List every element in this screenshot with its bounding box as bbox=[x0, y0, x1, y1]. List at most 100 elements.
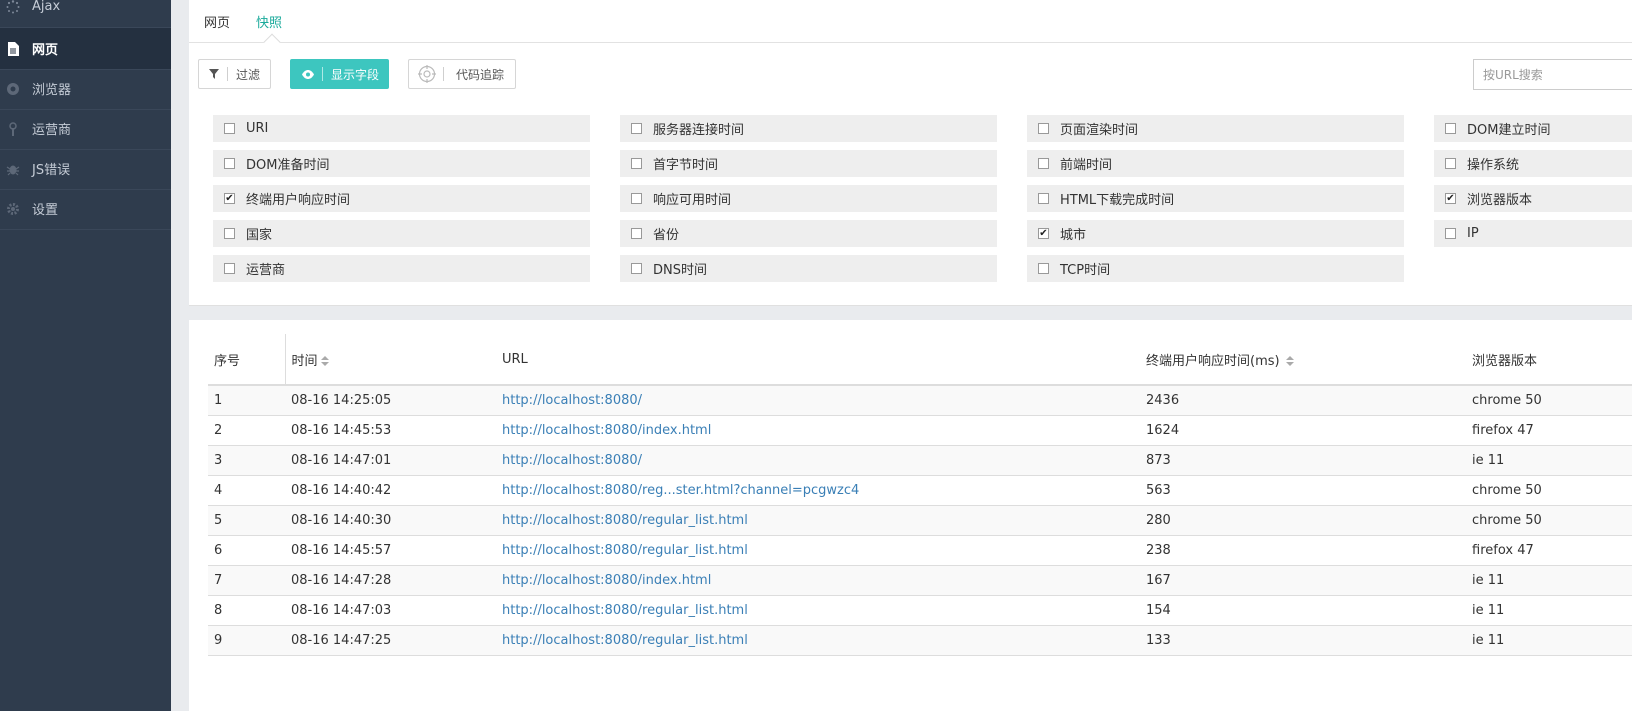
cell-browser: ie 11 bbox=[1466, 595, 1632, 626]
checkbox[interactable] bbox=[1038, 193, 1049, 204]
checkbox[interactable] bbox=[224, 158, 235, 169]
field-option[interactable]: 页面渲染时间 bbox=[1027, 115, 1404, 142]
checkbox[interactable] bbox=[631, 158, 642, 169]
checkbox-checked[interactable]: ✔ bbox=[1445, 193, 1456, 204]
field-option[interactable]: 省份 bbox=[620, 220, 997, 247]
field-option-label: URI bbox=[246, 121, 269, 136]
checkbox[interactable] bbox=[1445, 228, 1456, 239]
checkbox[interactable] bbox=[1038, 158, 1049, 169]
cell-url: http://localhost:8080/regular_list.html bbox=[496, 535, 1140, 566]
sort-icon[interactable] bbox=[320, 356, 329, 366]
field-option[interactable]: DNS时间 bbox=[620, 255, 997, 282]
cell-index: 5 bbox=[208, 505, 285, 536]
checkbox[interactable] bbox=[631, 263, 642, 274]
sidebar-item-carrier[interactable]: 运营商 bbox=[0, 108, 171, 150]
url-link[interactable]: http://localhost:8080/ bbox=[502, 393, 642, 408]
sidebar-item-settings[interactable]: 设置 bbox=[0, 188, 171, 230]
checkbox[interactable] bbox=[1038, 123, 1049, 134]
field-option-label: IP bbox=[1467, 226, 1479, 241]
field-option[interactable]: ✔ 浏览器版本 bbox=[1434, 185, 1632, 212]
url-link[interactable]: http://localhost:8080/regular_list.html bbox=[502, 543, 748, 558]
cell-time: 08-16 14:47:25 bbox=[285, 625, 496, 656]
url-link[interactable]: http://localhost:8080/regular_list.html bbox=[502, 513, 748, 528]
filter-button[interactable]: 过滤 bbox=[198, 59, 271, 89]
cell-time: 08-16 14:47:03 bbox=[285, 595, 496, 626]
checkbox-checked[interactable]: ✔ bbox=[224, 193, 235, 204]
checkbox[interactable] bbox=[631, 123, 642, 134]
show-fields-button[interactable]: 显示字段 bbox=[290, 59, 389, 89]
url-link[interactable]: http://localhost:8080/ bbox=[502, 453, 642, 468]
sort-icon[interactable] bbox=[1285, 356, 1294, 366]
code-trace-button[interactable]: 代码追踪 bbox=[408, 59, 516, 89]
eye-icon bbox=[302, 69, 314, 79]
cell-index: 9 bbox=[208, 625, 285, 656]
field-option[interactable]: ✔ 城市 bbox=[1027, 220, 1404, 247]
field-option[interactable]: ✔ 终端用户响应时间 bbox=[213, 185, 590, 212]
url-search-input[interactable] bbox=[1473, 59, 1632, 90]
field-option[interactable]: 服务器连接时间 bbox=[620, 115, 997, 142]
table-row[interactable]: 4 08-16 14:40:42 http://localhost:8080/reg… bbox=[208, 475, 1632, 506]
checkbox[interactable] bbox=[1038, 263, 1049, 274]
checkbox[interactable] bbox=[1445, 158, 1456, 169]
url-link[interactable]: http://localhost:8080/regular_list.html bbox=[502, 603, 748, 618]
checkbox[interactable] bbox=[1445, 123, 1456, 134]
field-option-label: HTML下载完成时间 bbox=[1060, 193, 1175, 208]
field-option[interactable]: URI bbox=[213, 115, 590, 142]
table-row[interactable]: 7 08-16 14:47:28 http://localhost:8080/ind… bbox=[208, 565, 1632, 596]
cell-url: http://localhost:8080/regular_list.html bbox=[496, 625, 1140, 656]
field-option[interactable]: DOM建立时间 bbox=[1434, 115, 1632, 142]
cell-browser: chrome 50 bbox=[1466, 385, 1632, 416]
field-option[interactable]: 前端时间 bbox=[1027, 150, 1404, 177]
url-link[interactable]: http://localhost:8080/index.html bbox=[502, 573, 711, 588]
url-link[interactable]: http://localhost:8080/reg...ster.html?ch… bbox=[502, 483, 859, 498]
sidebar-item-webpage[interactable]: 网页 bbox=[0, 28, 171, 70]
col-header-time[interactable]: 时间 bbox=[284, 334, 496, 386]
cell-response-time: 280 bbox=[1140, 505, 1466, 536]
field-option[interactable]: TCP时间 bbox=[1027, 255, 1404, 282]
table-row[interactable]: 3 08-16 14:47:01 http://localhost:8080/873… bbox=[208, 445, 1632, 476]
checkbox[interactable] bbox=[224, 123, 235, 134]
table-row[interactable]: 1 08-16 14:25:05 http://localhost:8080/243… bbox=[208, 385, 1632, 416]
field-option[interactable]: 操作系统 bbox=[1434, 150, 1632, 177]
checkbox[interactable] bbox=[631, 193, 642, 204]
table-row[interactable]: 5 08-16 14:40:30 http://localhost:8080/reg… bbox=[208, 505, 1632, 536]
cell-time: 08-16 14:47:28 bbox=[285, 565, 496, 596]
tab-webpage[interactable]: 网页 bbox=[204, 12, 230, 31]
field-option[interactable]: DOM准备时间 bbox=[213, 150, 590, 177]
checkbox[interactable] bbox=[224, 263, 235, 274]
field-option-label: DNS时间 bbox=[653, 263, 707, 278]
sidebar-item-ajax[interactable]: Ajax bbox=[0, 0, 171, 28]
table-row[interactable]: 8 08-16 14:47:03 http://localhost:8080/reg… bbox=[208, 595, 1632, 626]
field-option-label: 终端用户响应时间 bbox=[246, 193, 351, 208]
field-option-label: 首字节时间 bbox=[653, 158, 719, 173]
bug-icon bbox=[6, 162, 20, 176]
sidebar-item-browser[interactable]: 浏览器 bbox=[0, 68, 171, 110]
checkbox-checked[interactable]: ✔ bbox=[1038, 228, 1049, 239]
field-option[interactable]: IP bbox=[1434, 220, 1632, 247]
checkbox[interactable] bbox=[224, 228, 235, 239]
cell-url: http://localhost:8080/index.html bbox=[496, 415, 1140, 446]
field-option-label: 响应可用时间 bbox=[653, 193, 732, 208]
url-link[interactable]: http://localhost:8080/regular_list.html bbox=[502, 633, 748, 648]
tab-snapshot[interactable]: 快照 bbox=[256, 12, 282, 31]
cell-time: 08-16 14:40:30 bbox=[285, 505, 496, 536]
field-option[interactable]: 响应可用时间 bbox=[620, 185, 997, 212]
button-divider bbox=[227, 67, 228, 81]
button-divider bbox=[322, 67, 323, 81]
cell-index: 2 bbox=[208, 415, 285, 446]
checkbox[interactable] bbox=[631, 228, 642, 239]
table-row[interactable]: 2 08-16 14:45:53 http://localhost:8080/ind… bbox=[208, 415, 1632, 446]
field-option[interactable]: 国家 bbox=[213, 220, 590, 247]
field-option[interactable]: HTML下载完成时间 bbox=[1027, 185, 1404, 212]
table-row[interactable]: 9 08-16 14:47:25 http://localhost:8080/reg… bbox=[208, 625, 1632, 656]
col-header-response-time[interactable]: 终端用户响应时间(ms) bbox=[1140, 334, 1466, 386]
field-option[interactable]: 首字节时间 bbox=[620, 150, 997, 177]
cell-response-time: 873 bbox=[1140, 445, 1466, 476]
sidebar-item-label: 运营商 bbox=[32, 123, 72, 138]
table-header-row: 序号 时间 URL 终端用户响应时间(ms) 浏览器版本 bbox=[208, 334, 1632, 386]
col-header-time-label: 时间 bbox=[291, 353, 318, 369]
url-link[interactable]: http://localhost:8080/index.html bbox=[502, 423, 711, 438]
field-option[interactable]: 运营商 bbox=[213, 255, 590, 282]
table-row[interactable]: 6 08-16 14:45:57 http://localhost:8080/reg… bbox=[208, 535, 1632, 566]
sidebar-item-js-errors[interactable]: JS错误 bbox=[0, 148, 171, 190]
